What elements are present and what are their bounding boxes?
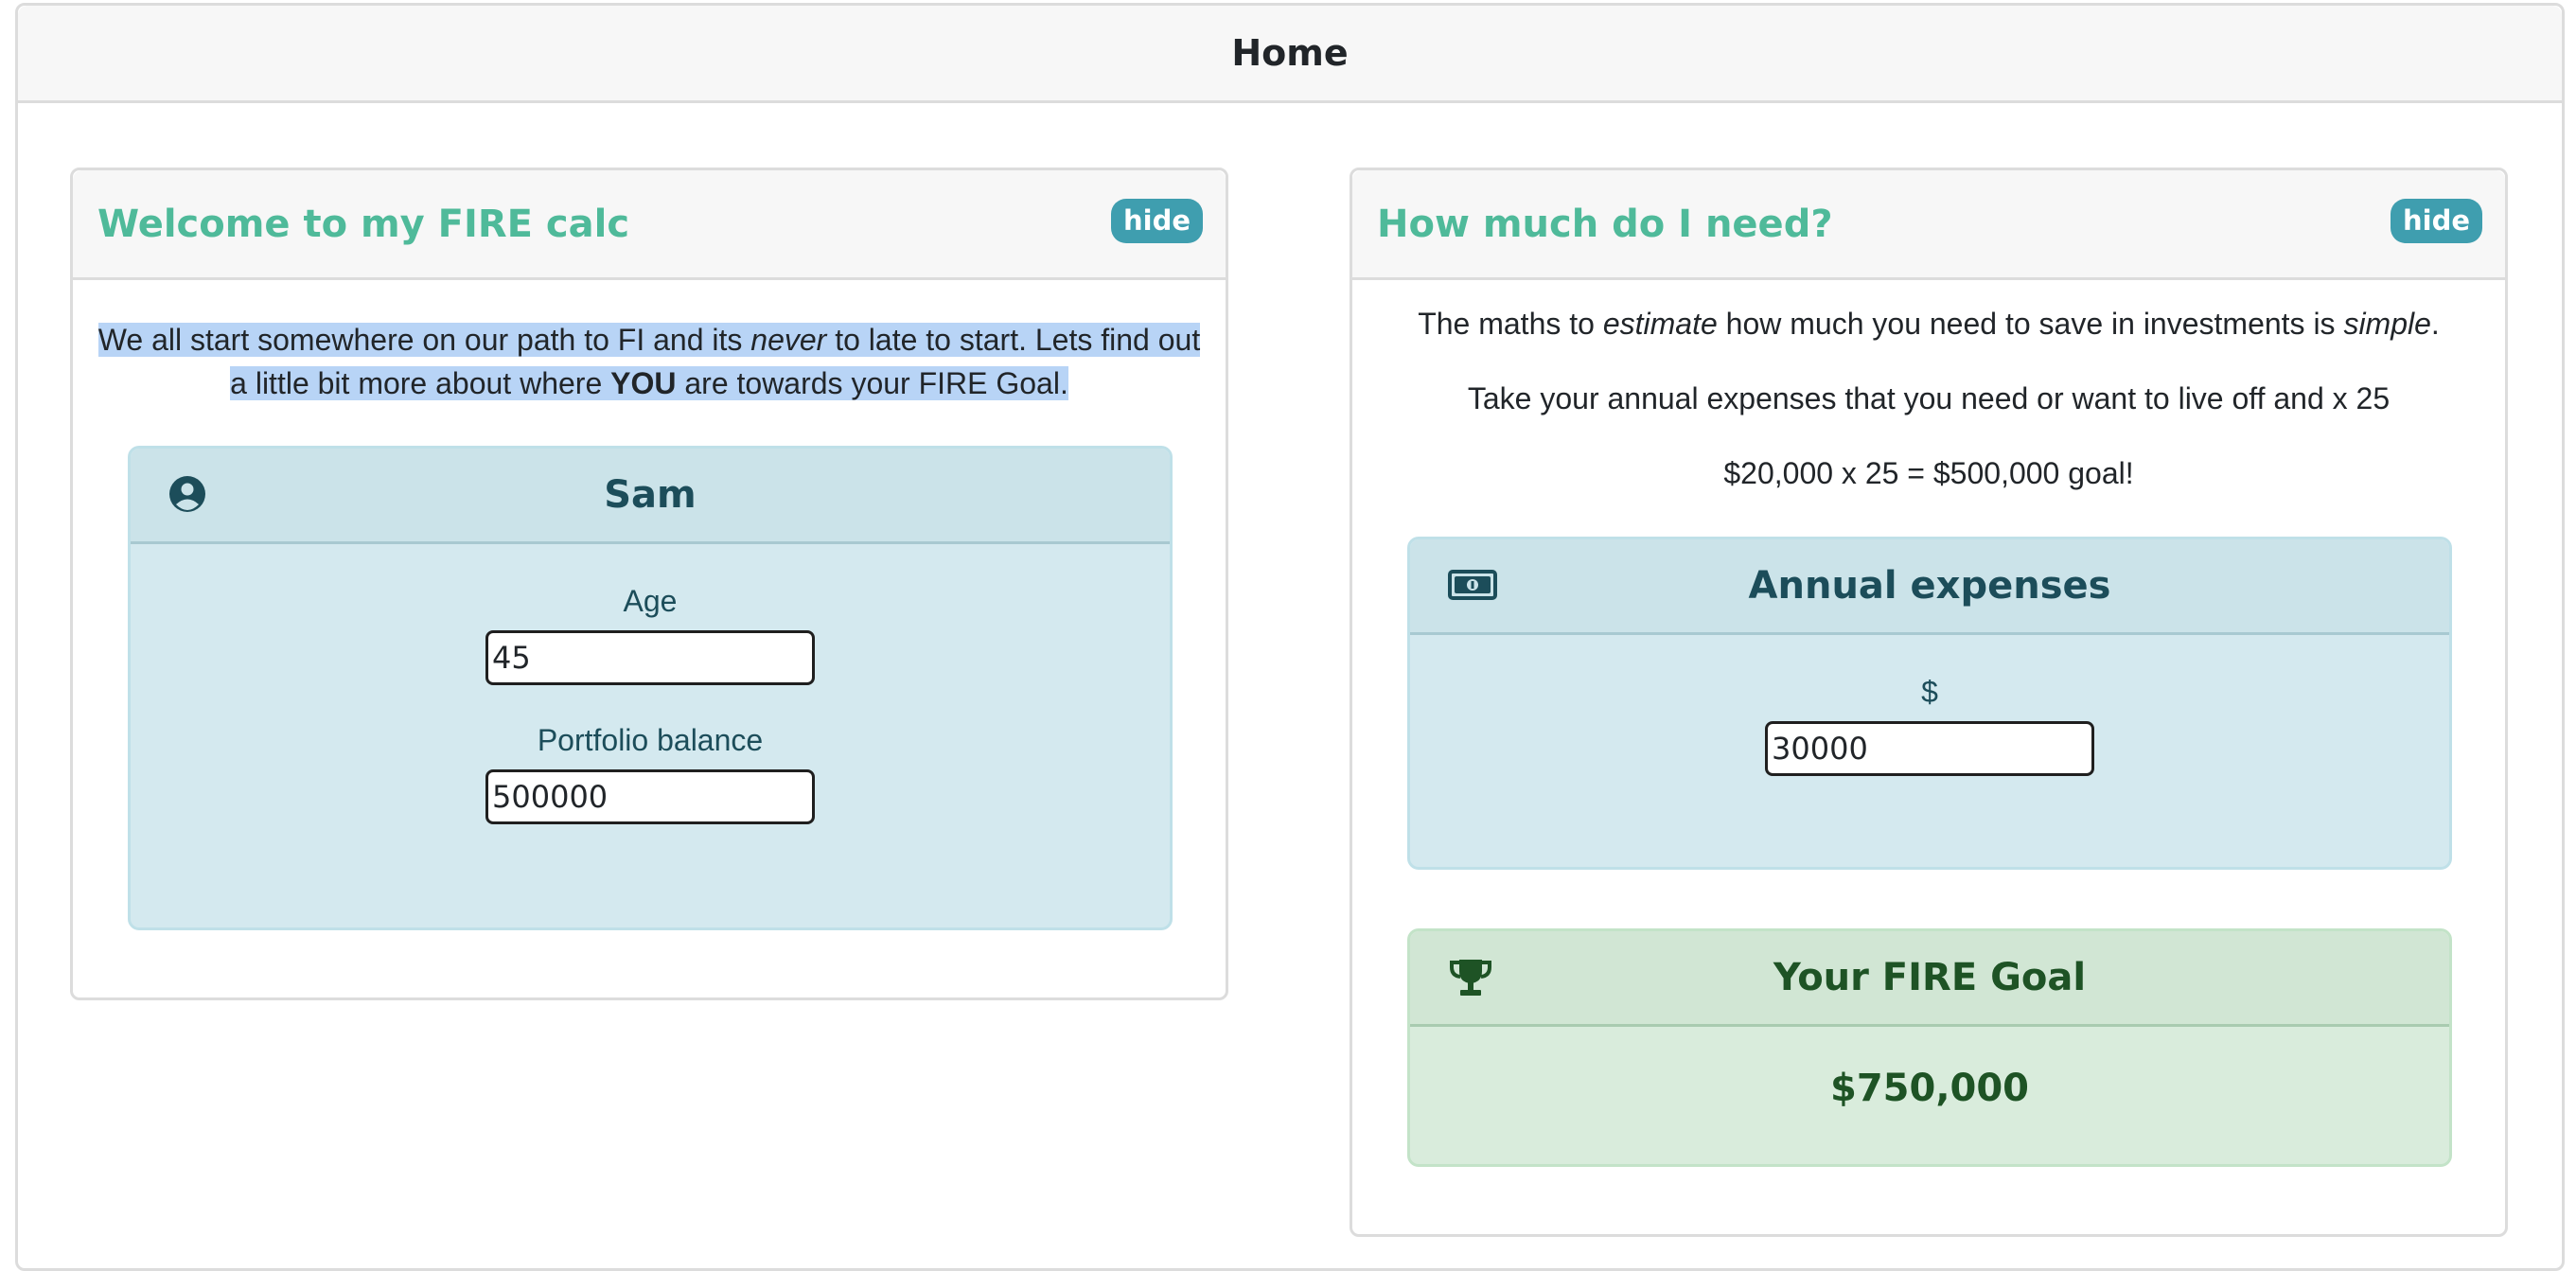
fire-goal-box: Your FIRE Goal $750,000 bbox=[1407, 928, 2452, 1167]
welcome-hide-button[interactable]: hide bbox=[1110, 199, 1203, 243]
annual-expenses-input[interactable] bbox=[1765, 721, 2094, 776]
profile-box: Sam Age Portfolio balance bbox=[128, 446, 1173, 930]
need-explanation: The maths to estimate how much you need … bbox=[1352, 307, 2505, 342]
welcome-card-header: Welcome to my FIRE calc hide bbox=[73, 170, 1226, 280]
need-text-3: . bbox=[2430, 307, 2440, 341]
need-card-title: How much do I need? bbox=[1377, 202, 1833, 246]
expenses-box: Annual expenses $ bbox=[1407, 537, 2452, 870]
welcome-intro: We all start somewhere on our path to FI… bbox=[96, 318, 1203, 405]
expenses-title: Annual expenses bbox=[1748, 564, 2111, 608]
need-emphasis-simple: simple bbox=[2343, 307, 2431, 341]
money-bill-icon bbox=[1448, 570, 1497, 605]
page-title: Home bbox=[18, 6, 2562, 103]
need-card: How much do I need? hide The maths to es… bbox=[1350, 168, 2508, 1237]
need-text-1: The maths to bbox=[1418, 307, 1603, 341]
currency-label: $ bbox=[1921, 675, 1938, 709]
profile-name: Sam bbox=[604, 473, 697, 517]
fire-goal-title: Your FIRE Goal bbox=[1773, 956, 2087, 999]
user-circle-icon bbox=[168, 475, 206, 518]
need-hide-button[interactable]: hide bbox=[2390, 199, 2482, 243]
portfolio-balance-label: Portfolio balance bbox=[537, 723, 764, 757]
intro-text-3: are towards your FIRE Goal. bbox=[676, 366, 1068, 400]
portfolio-balance-input[interactable] bbox=[485, 769, 815, 824]
need-emphasis-estimate: estimate bbox=[1602, 307, 1718, 341]
need-text-2: how much you need to save in investments… bbox=[1717, 307, 2344, 341]
trophy-icon bbox=[1448, 958, 1493, 1002]
need-example: $20,000 x 25 = $500,000 goal! bbox=[1723, 456, 2134, 490]
intro-text-1: We all start somewhere on our path to FI… bbox=[97, 323, 751, 357]
age-label: Age bbox=[623, 584, 678, 618]
welcome-card: Welcome to my FIRE calc hide We all star… bbox=[70, 168, 1228, 1000]
age-input[interactable] bbox=[485, 630, 815, 685]
profile-header: Sam bbox=[131, 449, 1170, 544]
fire-goal-amount: $750,000 bbox=[1829, 1067, 2030, 1110]
need-card-header: How much do I need? hide bbox=[1352, 170, 2505, 280]
intro-strong: YOU bbox=[610, 366, 677, 400]
welcome-card-title: Welcome to my FIRE calc bbox=[97, 202, 630, 246]
expenses-header: Annual expenses bbox=[1410, 539, 2449, 635]
intro-emphasis: never bbox=[750, 323, 827, 357]
need-instruction: Take your annual expenses that you need … bbox=[1467, 381, 2391, 415]
fire-goal-header: Your FIRE Goal bbox=[1410, 931, 2449, 1027]
